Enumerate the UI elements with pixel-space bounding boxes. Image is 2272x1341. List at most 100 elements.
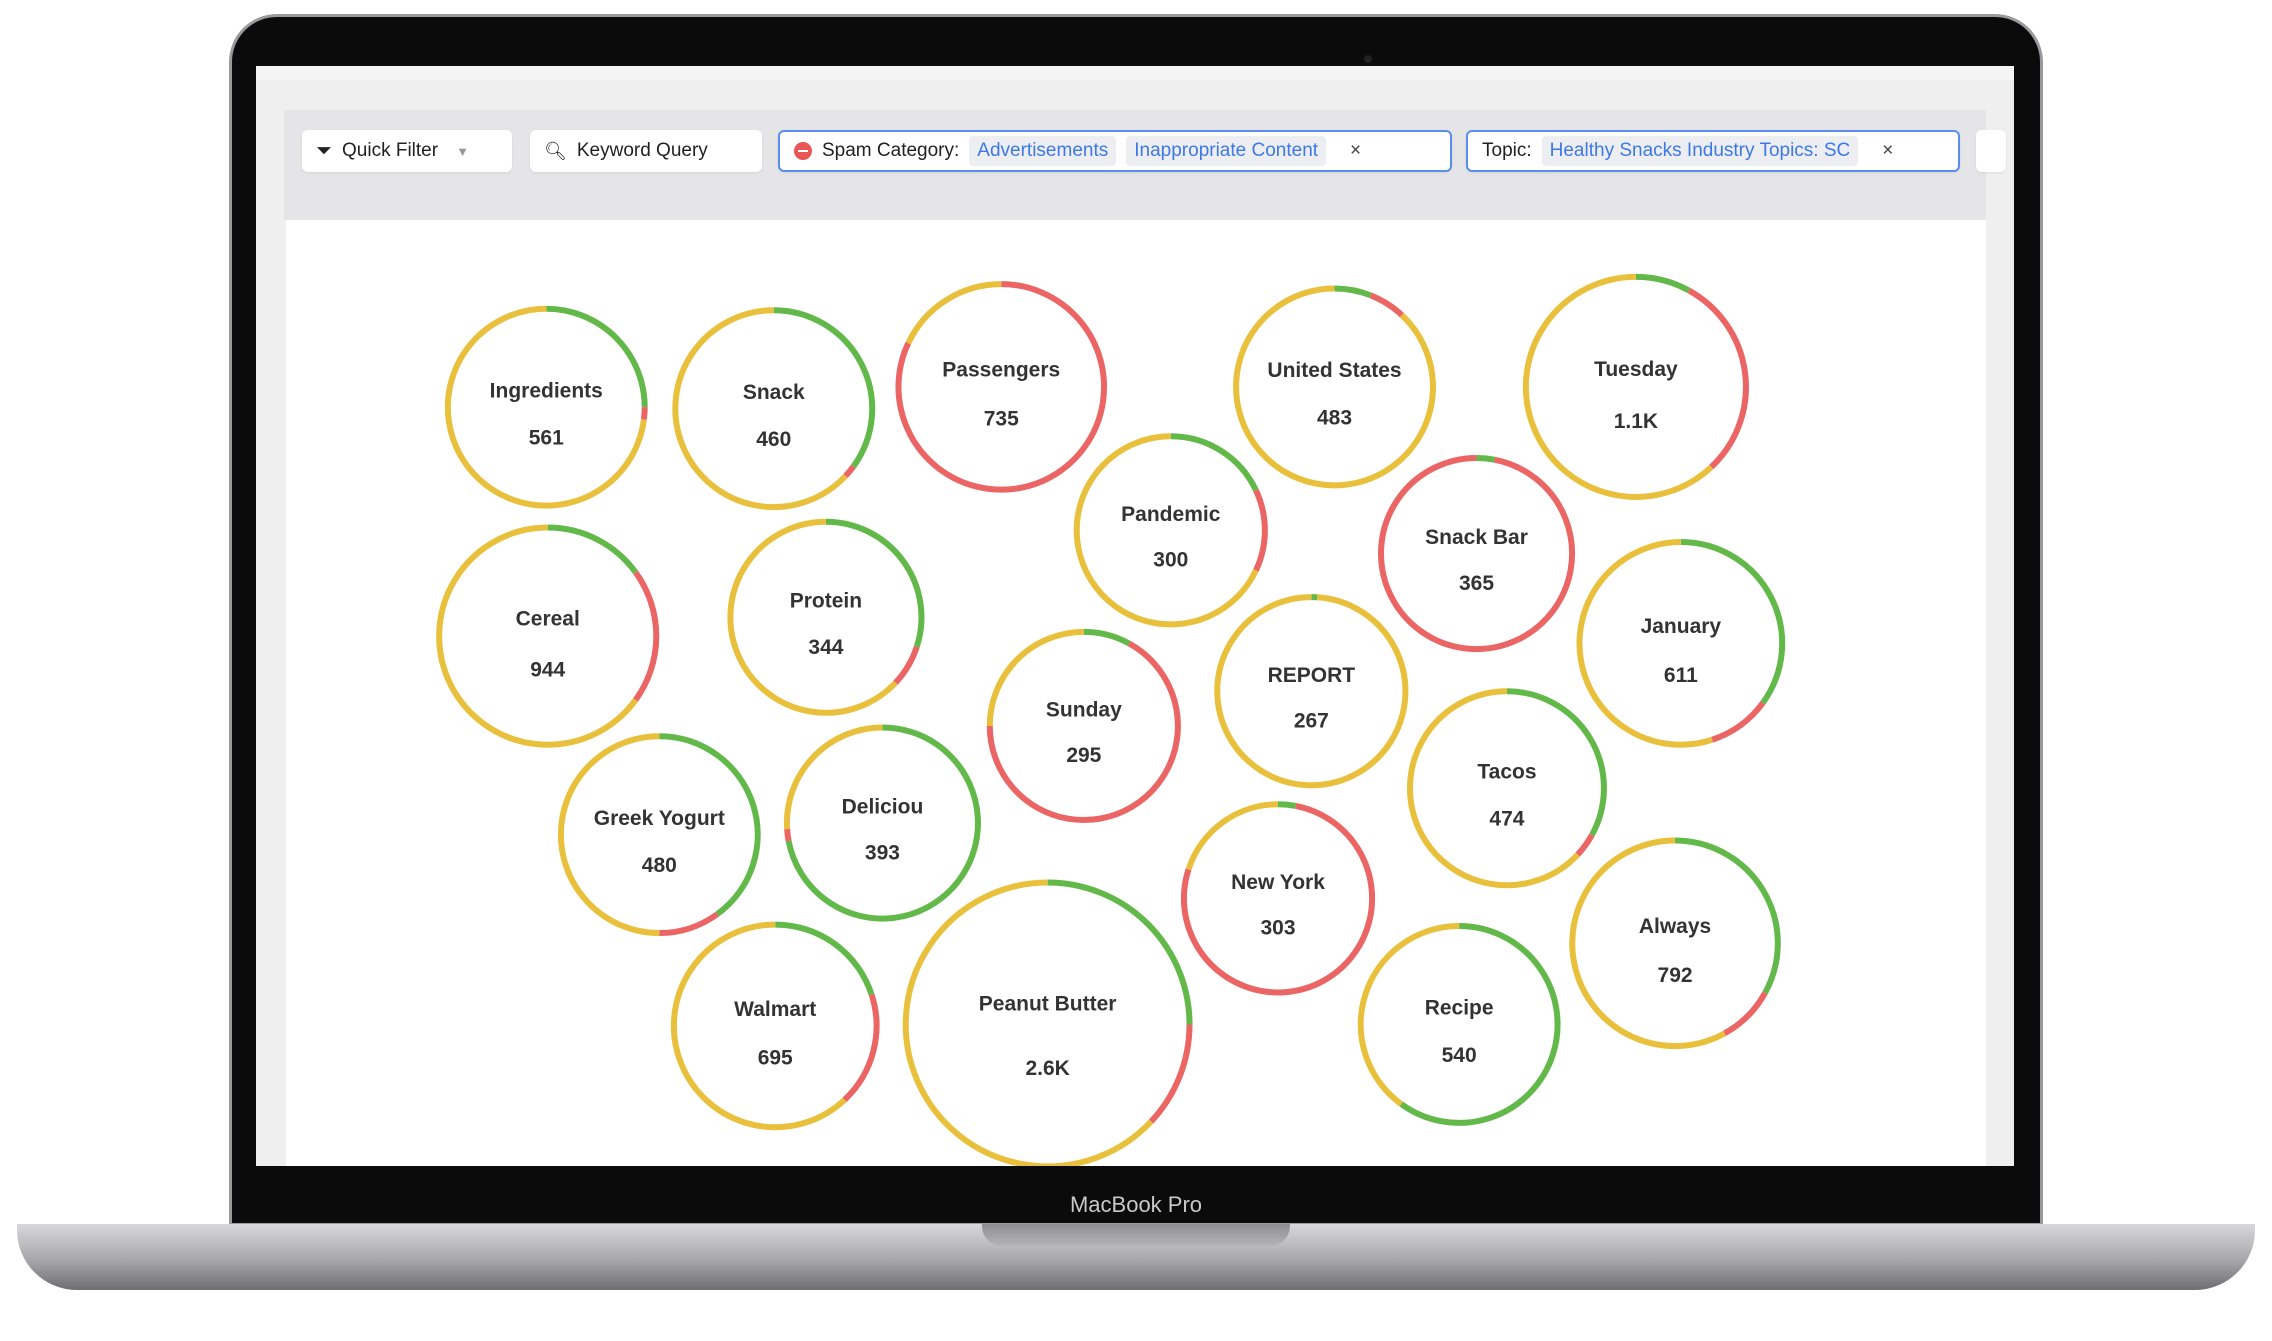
close-icon[interactable]: × — [1350, 140, 1361, 162]
bubble-protein[interactable]: Protein 344 — [727, 518, 925, 716]
bubble-label: Ingredients — [490, 379, 603, 402]
sentiment-arc-red — [842, 993, 880, 1102]
sentiment-arc-yellow — [1233, 285, 1436, 489]
sentiment-arc-yellow — [1407, 688, 1580, 889]
bubble-ingredients[interactable]: Ingredients 561 — [444, 305, 648, 509]
sentiment-arc-yellow — [436, 524, 638, 748]
sentiment-arc-red — [1369, 292, 1404, 318]
caret-down-icon: ▼ — [456, 143, 469, 159]
keyword-query-button[interactable]: 🔍︎ Keyword Query — [530, 130, 762, 172]
sentiment-arc-yellow — [902, 879, 1154, 1166]
bubble-label: Recipe — [1425, 997, 1494, 1020]
sentiment-arc-yellow — [1073, 433, 1259, 628]
filter-bar: ⏷ Quick Filter ▼ 🔍︎ Keyword Query Spam C… — [284, 110, 2006, 220]
sentiment-arc-yellow — [727, 518, 898, 716]
sentiment-arc-red — [1687, 287, 1749, 470]
search-icon: 🔍︎ — [544, 140, 567, 161]
sentiment-arc-yellow — [1569, 837, 1727, 1050]
bubble-recipe[interactable]: Recipe 540 — [1357, 923, 1561, 1126]
bubble-cereal[interactable]: Cereal 944 — [436, 524, 660, 748]
bubble-label: Greek Yogurt — [594, 807, 725, 830]
filter-tag[interactable]: Inappropriate Content — [1126, 136, 1327, 166]
sentiment-arc-green — [825, 518, 925, 648]
bubble-label: Always — [1639, 915, 1711, 938]
bubble-chart-panel: Ingredients 561 Snack 460 Passengers 735 Unite… — [286, 220, 1986, 1166]
bubble-deliciou[interactable]: Deliciou 393 — [783, 724, 981, 922]
bubble-label: Snack Bar — [1425, 526, 1528, 549]
bubble-label: Snack — [743, 381, 805, 404]
bubble-tuesday[interactable]: Tuesday 1.1K — [1522, 273, 1749, 500]
sentiment-arc-yellow — [1185, 801, 1279, 871]
quick-filter-button[interactable]: ⏷ Quick Filter ▼ — [302, 130, 512, 172]
bubble-passengers[interactable]: Passengers 735 — [895, 281, 1108, 493]
keyword-query-label: Keyword Query — [576, 140, 708, 161]
bubble-chart: Ingredients 561 Snack 460 Passengers 735 Unite… — [436, 273, 1786, 1166]
sentiment-arc-red — [1148, 1024, 1193, 1124]
bubble-value: 393 — [865, 842, 900, 865]
bubble-value: 540 — [1442, 1044, 1477, 1067]
sentiment-arc-green — [1635, 273, 1691, 294]
more-filter-chip[interactable] — [1976, 130, 2006, 172]
spam-category-label: Spam Category: — [822, 140, 960, 161]
bubble-walmart[interactable]: Walmart 695 — [670, 921, 880, 1131]
sentiment-arc-green — [775, 921, 875, 996]
sentiment-arc-green — [1170, 433, 1259, 492]
bubble-pandemic[interactable]: Pandemic 300 — [1073, 433, 1268, 628]
bubble-peanut-butter[interactable]: Peanut Butter 2.6K — [902, 879, 1193, 1166]
bubble-label: Peanut Butter — [979, 992, 1117, 1015]
bubble-snack[interactable]: Snack 460 — [672, 307, 876, 511]
topic-filter[interactable]: Topic: Healthy Snacks Industry Topics: S… — [1466, 130, 1960, 172]
sentiment-arc-red — [640, 407, 648, 420]
bubble-label: United States — [1267, 359, 1401, 382]
sentiment-arc-red — [1711, 701, 1766, 743]
sentiment-arc-yellow — [905, 281, 1002, 345]
blocked-icon — [794, 142, 812, 160]
bubble-value: 480 — [642, 854, 677, 877]
sentiment-arc-green — [1399, 923, 1561, 1126]
sentiment-arc-yellow — [672, 307, 848, 511]
bubble-value: 344 — [808, 636, 843, 659]
bubble-value: 460 — [756, 428, 791, 451]
bubble-label: Sunday — [1046, 699, 1122, 722]
filter-tag[interactable]: Healthy Snacks Industry Topics: SC — [1541, 136, 1859, 166]
bubble-sunday[interactable]: Sunday 295 — [986, 628, 1181, 824]
spam-category-filter[interactable]: Spam Category: Advertisements Inappropri… — [778, 130, 1452, 172]
bubble-always[interactable]: Always 792 — [1569, 837, 1781, 1050]
bubble-value: 474 — [1489, 807, 1524, 830]
bubble-label: Walmart — [734, 998, 816, 1021]
bubble-value: 695 — [758, 1046, 793, 1069]
bubble-value: 483 — [1317, 406, 1352, 429]
filter-tag[interactable]: Advertisements — [969, 136, 1117, 166]
bubble-value: 944 — [530, 659, 565, 682]
sentiment-arc-red — [843, 464, 856, 479]
bubble-label: Deliciou — [842, 795, 924, 818]
bubble-label: Passengers — [942, 359, 1060, 382]
sentiment-arc-red — [986, 640, 1181, 824]
close-icon[interactable]: × — [1882, 140, 1893, 162]
bubble-value: 1.1K — [1614, 410, 1658, 433]
bubble-label: Tacos — [1477, 761, 1536, 784]
topic-label: Topic: — [1482, 140, 1532, 161]
bubble-snack-bar[interactable]: Snack Bar 365 — [1378, 454, 1576, 653]
bubble-report[interactable]: REPORT 267 — [1214, 594, 1409, 789]
sentiment-arc-yellow — [1522, 273, 1714, 500]
sentiment-arc-yellow — [670, 921, 847, 1131]
bubble-label: Cereal — [516, 607, 580, 630]
sentiment-arc-yellow — [1214, 594, 1409, 789]
bubble-value: 365 — [1459, 572, 1494, 595]
sentiment-arc-yellow — [1576, 539, 1714, 748]
bubble-value: 792 — [1658, 964, 1693, 987]
sentiment-arc-red — [893, 645, 920, 685]
bubble-tacos[interactable]: Tacos 474 — [1407, 688, 1607, 889]
laptop-notch — [982, 1224, 1290, 1246]
bubble-label: Protein — [790, 590, 862, 613]
bubble-value: 267 — [1294, 709, 1329, 732]
bubble-value: 561 — [529, 427, 564, 450]
bubble-greek-yogurt[interactable]: Greek Yogurt 480 — [557, 733, 761, 937]
bubble-january[interactable]: January 611 — [1576, 539, 1786, 748]
sentiment-arc-red — [1575, 833, 1595, 857]
bubble-new-york[interactable]: New York 303 — [1180, 801, 1376, 996]
bubble-united-states[interactable]: United States 483 — [1233, 285, 1436, 489]
quick-filter-label: Quick Filter — [342, 140, 439, 161]
bubble-value: 611 — [1664, 664, 1698, 687]
